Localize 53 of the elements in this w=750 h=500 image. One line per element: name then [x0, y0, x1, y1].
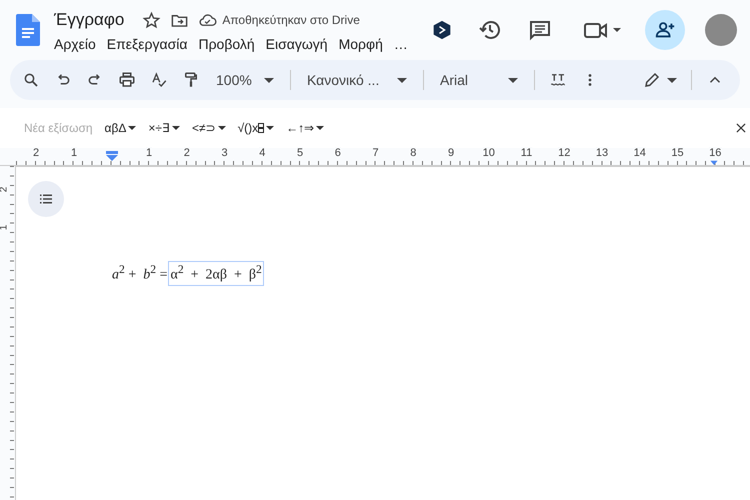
ruler-number: 5: [296, 147, 304, 159]
zoom-dropdown[interactable]: 100%: [214, 72, 276, 88]
ruler-number: 1: [70, 147, 78, 159]
ruler-number: 13: [596, 147, 608, 159]
ruler-number: 2: [184, 147, 190, 159]
print-icon[interactable]: [118, 71, 136, 89]
close-icon[interactable]: [734, 121, 748, 135]
ruler-number: 11: [520, 147, 532, 159]
script-boxes-icon: [258, 123, 264, 133]
menu-item[interactable]: Εισαγωγή: [266, 36, 328, 52]
symbol-menu-dropdown[interactable]: ×÷∃: [148, 121, 180, 135]
editing-mode-button[interactable]: [643, 71, 677, 89]
ruler-number: 9: [448, 147, 454, 159]
history-icon[interactable]: [478, 18, 502, 42]
ruler-number: 6: [334, 147, 341, 159]
paint-roller-icon[interactable]: [182, 71, 200, 89]
avatar-icon[interactable]: [705, 14, 737, 46]
menu-item[interactable]: Προβολή: [198, 36, 255, 52]
spellcheck-icon[interactable]: [150, 71, 168, 89]
outline-button[interactable]: [28, 181, 64, 217]
star-icon[interactable]: [142, 10, 162, 30]
save-status: Αποθηκεύτηκαν στο Drive: [222, 13, 360, 27]
search-icon[interactable]: [22, 71, 40, 89]
ruler-number: 10: [482, 147, 495, 159]
ruler-number: 1: [146, 147, 152, 159]
ruler-number: 2: [32, 147, 40, 159]
ruler-number: 7: [372, 147, 379, 159]
ruler-number: 3: [221, 147, 228, 159]
menu-item[interactable]: …: [394, 36, 408, 52]
share-button[interactable]: [645, 10, 685, 50]
ruler-number: 15: [671, 147, 684, 159]
ruler-number: 16: [709, 147, 722, 159]
pencil-icon: [643, 71, 661, 89]
docs-logo-icon[interactable]: [16, 14, 40, 46]
ruler-number: 14: [634, 147, 646, 159]
menu-item[interactable]: Επεξεργασία: [106, 36, 188, 52]
equation-text: a$^{2}$ + b$^{2}$ =: [112, 263, 168, 284]
document-title[interactable]: Έγγραφο: [54, 10, 124, 30]
equation-input-field[interactable]: α$^{2}$ + 2αβ + β$^{2}$: [168, 261, 264, 286]
symbol-menu-dropdown[interactable]: αβΔ: [104, 121, 136, 135]
ruler-number: 4: [259, 147, 266, 159]
paragraph-style-dropdown[interactable]: Κανονικό ...: [305, 72, 409, 88]
symbol-menu-dropdown[interactable]: ←↑⇒: [286, 121, 324, 135]
hexagon-share-icon[interactable]: [432, 19, 452, 41]
comment-icon[interactable]: [528, 18, 552, 42]
indent-marker-icon[interactable]: [106, 151, 118, 161]
ruler-number: 12: [558, 147, 570, 159]
symbol-menu-dropdown[interactable]: <≠⊃: [192, 121, 226, 135]
symbol-menu-dropdown[interactable]: √()x: [238, 121, 274, 135]
menu-item[interactable]: Μορφή: [338, 36, 383, 52]
menu-item[interactable]: Αρχείο: [54, 36, 96, 52]
font-dropdown[interactable]: Arial: [438, 72, 520, 88]
ruler-number: 8: [410, 147, 416, 159]
